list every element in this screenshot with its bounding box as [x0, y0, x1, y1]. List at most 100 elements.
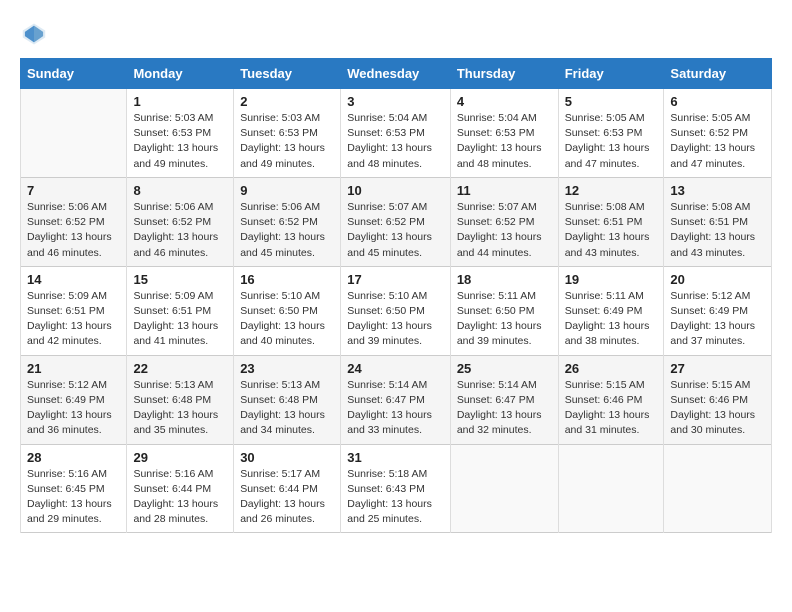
day-number: 26: [565, 361, 658, 376]
day-number: 7: [27, 183, 120, 198]
day-number: 4: [457, 94, 552, 109]
day-number: 20: [670, 272, 765, 287]
calendar-cell: 13 Sunrise: 5:08 AMSunset: 6:51 PMDayligh…: [664, 177, 772, 266]
day-info: Sunrise: 5:06 AMSunset: 6:52 PMDaylight:…: [240, 200, 334, 261]
calendar-cell: 3Sunrise: 5:04 AMSunset: 6:53 PMDaylight…: [341, 89, 451, 178]
day-info: Sunrise: 5:11 AMSunset: 6:50 PMDaylight:…: [457, 289, 552, 350]
logo: [20, 20, 52, 48]
day-info: Sunrise: 5:09 AMSunset: 6:51 PMDaylight:…: [133, 289, 227, 350]
weekday-header-thursday: Thursday: [450, 59, 558, 89]
day-number: 23: [240, 361, 334, 376]
day-number: 15: [133, 272, 227, 287]
calendar-cell: 30 Sunrise: 5:17 AMSunset: 6:44 PMDayligh…: [234, 444, 341, 533]
calendar-week-row: 7 Sunrise: 5:06 AMSunset: 6:52 PMDaylight…: [21, 177, 772, 266]
day-number: 5: [565, 94, 658, 109]
day-number: 29: [133, 450, 227, 465]
calendar-cell: 31Sunrise: 5:18 AMSunset: 6:43 PMDayligh…: [341, 444, 451, 533]
weekday-header-saturday: Saturday: [664, 59, 772, 89]
weekday-header-tuesday: Tuesday: [234, 59, 341, 89]
day-info: Sunrise: 5:04 AMSunset: 6:53 PMDaylight:…: [457, 111, 552, 172]
page-header: [20, 20, 772, 48]
day-info: Sunrise: 5:10 AMSunset: 6:50 PMDaylight:…: [240, 289, 334, 350]
day-info: Sunrise: 5:03 AMSunset: 6:53 PMDaylight:…: [133, 111, 227, 172]
weekday-header-friday: Friday: [558, 59, 664, 89]
calendar-cell: 18 Sunrise: 5:11 AMSunset: 6:50 PMDayligh…: [450, 266, 558, 355]
calendar-cell: 28Sunrise: 5:16 AMSunset: 6:45 PMDayligh…: [21, 444, 127, 533]
day-info: Sunrise: 5:12 AMSunset: 6:49 PMDaylight:…: [27, 378, 120, 439]
calendar-cell: 7 Sunrise: 5:06 AMSunset: 6:52 PMDaylight…: [21, 177, 127, 266]
day-info: Sunrise: 5:13 AMSunset: 6:48 PMDaylight:…: [240, 378, 334, 439]
calendar-week-row: 1 Sunrise: 5:03 AMSunset: 6:53 PMDaylight…: [21, 89, 772, 178]
day-info: Sunrise: 5:11 AMSunset: 6:49 PMDaylight:…: [565, 289, 658, 350]
calendar-cell: 8 Sunrise: 5:06 AMSunset: 6:52 PMDaylight…: [127, 177, 234, 266]
calendar-cell: 17 Sunrise: 5:10 AMSunset: 6:50 PMDayligh…: [341, 266, 451, 355]
day-info: Sunrise: 5:07 AMSunset: 6:52 PMDaylight:…: [347, 200, 444, 261]
calendar-cell: 26Sunrise: 5:15 AMSunset: 6:46 PMDayligh…: [558, 355, 664, 444]
calendar-table: SundayMondayTuesdayWednesdayThursdayFrid…: [20, 58, 772, 533]
day-number: 30: [240, 450, 334, 465]
calendar-cell: 15 Sunrise: 5:09 AMSunset: 6:51 PMDayligh…: [127, 266, 234, 355]
calendar-cell: [450, 444, 558, 533]
calendar-cell: 27Sunrise: 5:15 AMSunset: 6:46 PMDayligh…: [664, 355, 772, 444]
calendar-cell: 22Sunrise: 5:13 AMSunset: 6:48 PMDayligh…: [127, 355, 234, 444]
day-info: Sunrise: 5:09 AMSunset: 6:51 PMDaylight:…: [27, 289, 120, 350]
day-info: Sunrise: 5:05 AMSunset: 6:52 PMDaylight:…: [670, 111, 765, 172]
day-number: 9: [240, 183, 334, 198]
calendar-cell: 25 Sunrise: 5:14 AMSunset: 6:47 PMDayligh…: [450, 355, 558, 444]
day-number: 14: [27, 272, 120, 287]
day-info: Sunrise: 5:05 AMSunset: 6:53 PMDaylight:…: [565, 111, 658, 172]
calendar-cell: 29 Sunrise: 5:16 AMSunset: 6:44 PMDayligh…: [127, 444, 234, 533]
day-number: 19: [565, 272, 658, 287]
calendar-cell: 14 Sunrise: 5:09 AMSunset: 6:51 PMDayligh…: [21, 266, 127, 355]
calendar-week-row: 21 Sunrise: 5:12 AMSunset: 6:49 PMDayligh…: [21, 355, 772, 444]
day-number: 6: [670, 94, 765, 109]
day-number: 25: [457, 361, 552, 376]
day-info: Sunrise: 5:06 AMSunset: 6:52 PMDaylight:…: [133, 200, 227, 261]
day-number: 21: [27, 361, 120, 376]
day-info: Sunrise: 5:06 AMSunset: 6:52 PMDaylight:…: [27, 200, 120, 261]
calendar-cell: [558, 444, 664, 533]
calendar-cell: [664, 444, 772, 533]
calendar-cell: 19 Sunrise: 5:11 AMSunset: 6:49 PMDayligh…: [558, 266, 664, 355]
day-info: Sunrise: 5:14 AMSunset: 6:47 PMDaylight:…: [347, 378, 444, 439]
day-info: Sunrise: 5:07 AMSunset: 6:52 PMDaylight:…: [457, 200, 552, 261]
day-number: 16: [240, 272, 334, 287]
day-number: 18: [457, 272, 552, 287]
calendar-cell: 12 Sunrise: 5:08 AMSunset: 6:51 PMDayligh…: [558, 177, 664, 266]
day-info: Sunrise: 5:14 AMSunset: 6:47 PMDaylight:…: [457, 378, 552, 439]
day-info: Sunrise: 5:15 AMSunset: 6:46 PMDaylight:…: [670, 378, 765, 439]
weekday-header-row: SundayMondayTuesdayWednesdayThursdayFrid…: [21, 59, 772, 89]
day-number: 1: [133, 94, 227, 109]
calendar-week-row: 28Sunrise: 5:16 AMSunset: 6:45 PMDayligh…: [21, 444, 772, 533]
day-number: 24: [347, 361, 444, 376]
day-info: Sunrise: 5:08 AMSunset: 6:51 PMDaylight:…: [565, 200, 658, 261]
calendar-cell: 1 Sunrise: 5:03 AMSunset: 6:53 PMDaylight…: [127, 89, 234, 178]
day-number: 10: [347, 183, 444, 198]
day-info: Sunrise: 5:08 AMSunset: 6:51 PMDaylight:…: [670, 200, 765, 261]
calendar-cell: 4 Sunrise: 5:04 AMSunset: 6:53 PMDaylight…: [450, 89, 558, 178]
weekday-header-sunday: Sunday: [21, 59, 127, 89]
calendar-cell: 6 Sunrise: 5:05 AMSunset: 6:52 PMDaylight…: [664, 89, 772, 178]
calendar-cell: 23 Sunrise: 5:13 AMSunset: 6:48 PMDayligh…: [234, 355, 341, 444]
day-info: Sunrise: 5:12 AMSunset: 6:49 PMDaylight:…: [670, 289, 765, 350]
calendar-cell: 20 Sunrise: 5:12 AMSunset: 6:49 PMDayligh…: [664, 266, 772, 355]
day-info: Sunrise: 5:16 AMSunset: 6:44 PMDaylight:…: [133, 467, 227, 528]
day-info: Sunrise: 5:10 AMSunset: 6:50 PMDaylight:…: [347, 289, 444, 350]
calendar-cell: [21, 89, 127, 178]
day-number: 17: [347, 272, 444, 287]
weekday-header-wednesday: Wednesday: [341, 59, 451, 89]
day-info: Sunrise: 5:04 AMSunset: 6:53 PMDaylight:…: [347, 111, 444, 172]
day-info: Sunrise: 5:03 AMSunset: 6:53 PMDaylight:…: [240, 111, 334, 172]
calendar-cell: 21 Sunrise: 5:12 AMSunset: 6:49 PMDayligh…: [21, 355, 127, 444]
calendar-cell: 11 Sunrise: 5:07 AMSunset: 6:52 PMDayligh…: [450, 177, 558, 266]
day-info: Sunrise: 5:17 AMSunset: 6:44 PMDaylight:…: [240, 467, 334, 528]
calendar-cell: 24 Sunrise: 5:14 AMSunset: 6:47 PMDayligh…: [341, 355, 451, 444]
calendar-cell: 10 Sunrise: 5:07 AMSunset: 6:52 PMDayligh…: [341, 177, 451, 266]
day-number: 8: [133, 183, 227, 198]
day-number: 11: [457, 183, 552, 198]
day-number: 13: [670, 183, 765, 198]
day-info: Sunrise: 5:13 AMSunset: 6:48 PMDaylight:…: [133, 378, 227, 439]
day-number: 12: [565, 183, 658, 198]
day-number: 2: [240, 94, 334, 109]
day-info: Sunrise: 5:16 AMSunset: 6:45 PMDaylight:…: [27, 467, 120, 528]
